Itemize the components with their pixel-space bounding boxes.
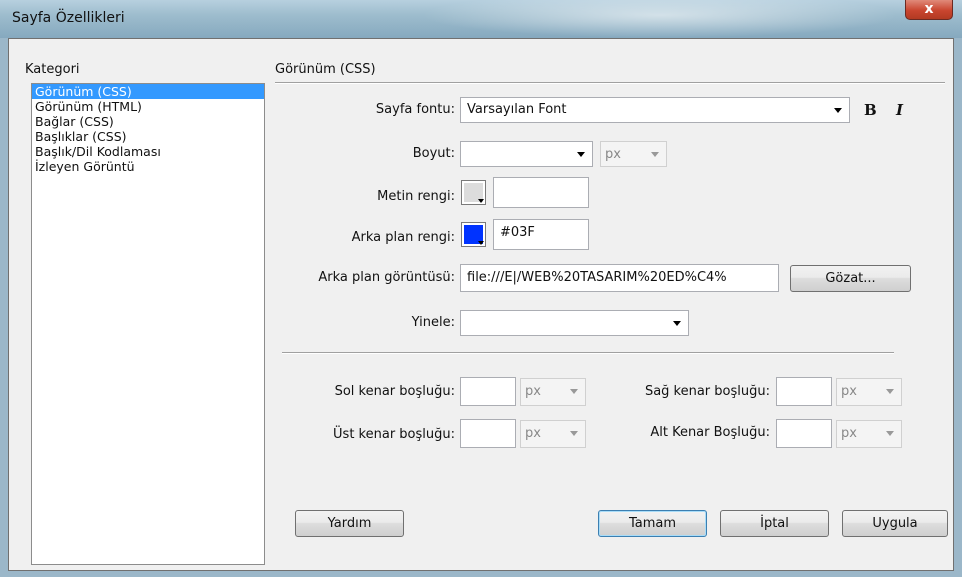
- bg-color-picker[interactable]: [461, 222, 486, 247]
- bg-color-label: Arka plan rengi:: [351, 230, 455, 245]
- bottom-margin-unit: px: [836, 420, 902, 448]
- chevron-down-icon: [570, 389, 578, 394]
- category-item-appearance-css[interactable]: Görünüm (CSS): [32, 84, 264, 99]
- top-margin-input[interactable]: [460, 419, 516, 448]
- page-font-value: Varsayılan Font: [467, 102, 567, 117]
- right-margin-label: Sağ kenar boşluğu:: [644, 384, 770, 399]
- top-margin-label: Üst kenar boşluğu:: [333, 427, 455, 442]
- top-margin-unit: px: [520, 420, 586, 448]
- page-font-label: Sayfa fontu:: [375, 102, 455, 117]
- window-title: Sayfa Özellikleri: [12, 10, 125, 26]
- left-margin-label: Sol kenar boşluğu:: [334, 384, 455, 399]
- right-margin-input[interactable]: [776, 377, 832, 406]
- title-bar-glow: [420, 0, 900, 38]
- chevron-down-icon: [651, 152, 659, 157]
- category-item-appearance-html[interactable]: Görünüm (HTML): [32, 99, 264, 114]
- repeat-label: Yinele:: [411, 315, 455, 330]
- chevron-down-icon: [834, 108, 842, 113]
- size-unit-value: px: [605, 147, 621, 162]
- top-margin-unit-value: px: [525, 426, 541, 441]
- chevron-down-icon: [577, 152, 585, 157]
- right-margin-unit-value: px: [841, 384, 857, 399]
- repeat-select[interactable]: [460, 310, 689, 336]
- left-margin-unit: px: [520, 378, 586, 406]
- right-margin-unit: px: [836, 378, 902, 406]
- chevron-down-icon: [478, 241, 484, 245]
- apply-button[interactable]: Uygula: [842, 510, 948, 537]
- left-margin-unit-value: px: [525, 384, 541, 399]
- bottom-margin-unit-value: px: [841, 426, 857, 441]
- ok-button[interactable]: Tamam: [598, 510, 707, 537]
- title-bar: Sayfa Özellikleri x: [0, 0, 962, 38]
- bg-image-label: Arka plan görüntüsü:: [318, 270, 455, 285]
- size-select[interactable]: [460, 141, 593, 167]
- chevron-down-icon: [478, 199, 484, 203]
- bg-image-input[interactable]: file:///E|/WEB%20TASARIM%20ED%C4%: [460, 264, 779, 292]
- category-item-tracing-image[interactable]: İzleyen Görüntü: [32, 159, 264, 174]
- section-divider: [275, 82, 945, 84]
- chevron-down-icon: [673, 321, 681, 326]
- cancel-button[interactable]: İptal: [720, 510, 829, 537]
- category-list[interactable]: Görünüm (CSS) Görünüm (HTML) Bağlar (CSS…: [31, 83, 265, 565]
- bg-color-input[interactable]: #03F: [493, 219, 589, 250]
- close-icon: x: [924, 1, 934, 17]
- text-color-input[interactable]: [493, 177, 589, 208]
- section-title: Görünüm (CSS): [275, 62, 376, 77]
- bottom-margin-label: Alt Kenar Boşluğu:: [650, 425, 770, 440]
- category-item-headings-css[interactable]: Başlıklar (CSS): [32, 129, 264, 144]
- chevron-down-icon: [570, 431, 578, 436]
- page-font-select[interactable]: Varsayılan Font: [460, 97, 850, 123]
- left-margin-input[interactable]: [460, 377, 516, 406]
- margins-divider: [282, 352, 894, 354]
- close-button[interactable]: x: [905, 0, 953, 20]
- help-button[interactable]: Yardım: [295, 510, 404, 537]
- chevron-down-icon: [886, 389, 894, 394]
- text-color-picker[interactable]: [461, 180, 486, 205]
- italic-icon[interactable]: I: [896, 101, 903, 119]
- category-label: Kategori: [25, 62, 80, 77]
- browse-button[interactable]: Gözat...: [790, 265, 911, 292]
- bottom-margin-input[interactable]: [776, 419, 832, 448]
- chevron-down-icon: [886, 431, 894, 436]
- size-label: Boyut:: [412, 146, 455, 161]
- category-item-title-encoding[interactable]: Başlık/Dil Kodlaması: [32, 144, 264, 159]
- category-item-links-css[interactable]: Bağlar (CSS): [32, 114, 264, 129]
- text-color-label: Metin rengi:: [377, 189, 455, 204]
- bold-icon[interactable]: B: [864, 101, 877, 119]
- size-unit-select: px: [600, 141, 667, 167]
